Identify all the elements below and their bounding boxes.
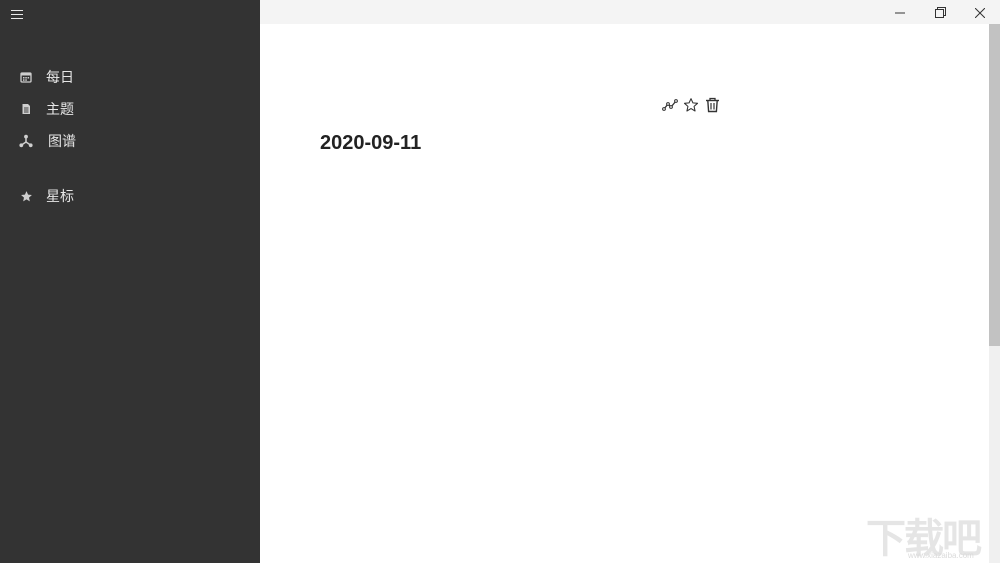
scrollbar[interactable] <box>989 24 1000 563</box>
star-outline-icon <box>683 97 699 117</box>
document-icon <box>19 102 33 116</box>
graph-icon <box>19 134 33 148</box>
star-button[interactable] <box>682 98 700 116</box>
watermark-url: www.xiazaiba.com <box>908 551 974 560</box>
close-icon <box>974 3 986 22</box>
scrollbar-thumb[interactable] <box>989 24 1000 346</box>
sidebar-item-label: 每日 <box>46 70 74 86</box>
sidebar-item-label: 星标 <box>46 189 74 205</box>
star-icon <box>19 189 33 203</box>
sidebar-item-label: 图谱 <box>48 134 76 150</box>
restore-button[interactable] <box>920 0 960 24</box>
hamburger-menu-icon[interactable] <box>11 8 25 20</box>
page-title: 2020-09-11 <box>320 132 422 154</box>
trend-button[interactable] <box>661 98 679 116</box>
watermark: 下载吧 www.xiazaiba.com <box>862 506 1000 563</box>
minimize-icon <box>895 3 905 22</box>
minimize-button[interactable] <box>880 0 920 24</box>
sidebar-item-graph[interactable]: 图谱 <box>0 127 260 155</box>
delete-button[interactable] <box>703 97 721 117</box>
restore-icon <box>934 3 946 22</box>
sidebar-item-topics[interactable]: 主题 <box>0 95 260 123</box>
close-button[interactable] <box>960 0 1000 24</box>
calendar-icon <box>19 70 33 84</box>
sidebar-item-label: 主题 <box>46 102 74 118</box>
sidebar: 每日 主题 图谱 星标 <box>0 0 260 563</box>
trend-icon <box>662 97 678 117</box>
sidebar-item-starred[interactable]: 星标 <box>0 182 260 210</box>
main-content <box>260 24 989 563</box>
trash-icon <box>705 97 720 117</box>
sidebar-item-daily[interactable]: 每日 <box>0 63 260 91</box>
